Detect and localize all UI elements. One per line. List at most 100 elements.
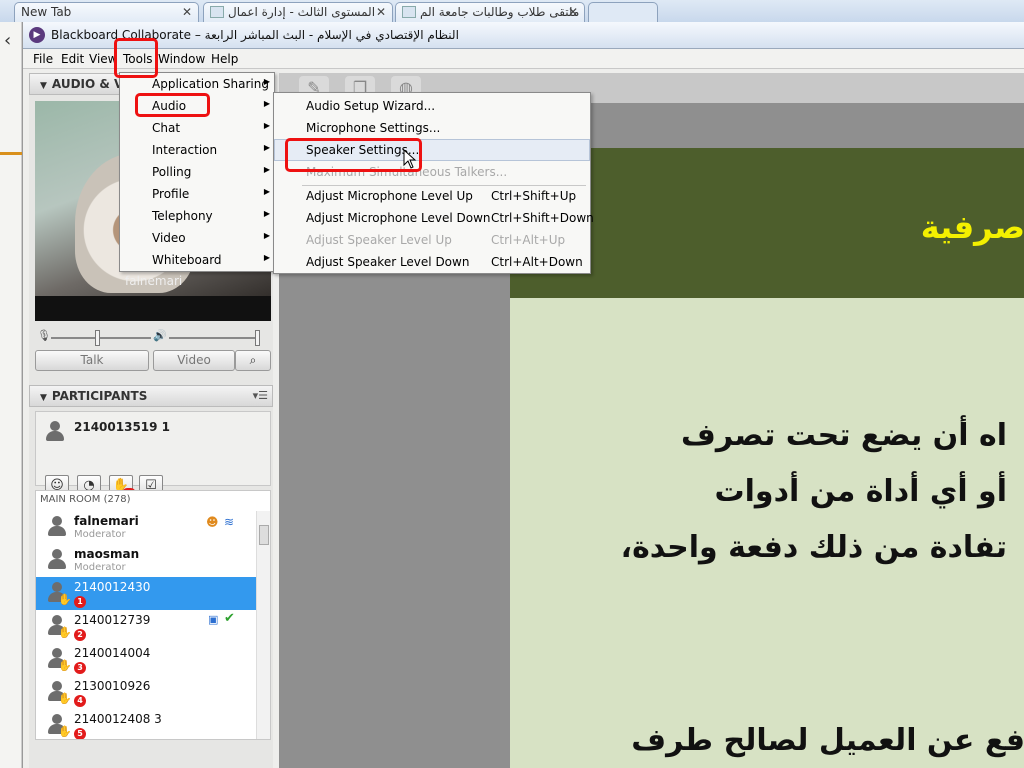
raised-hand-icon: ✋ [58,593,72,606]
favicon-icon [210,6,224,18]
participant-list: MAIN ROOM (278) falnemari Moderator ☻ ≋ … [35,490,271,740]
audio-level-sliders: 🎙 🔊 [29,327,273,349]
participant-scrollbar[interactable] [256,511,270,739]
menu-shortcut: Ctrl+Alt+Up [491,233,566,247]
menu-item-label: Whiteboard [152,253,222,267]
submenu-arrow-icon: ▶ [263,121,270,130]
window-title: Blackboard Collaborate – النظام الإقتصاد… [51,28,459,42]
list-item[interactable]: maosman Moderator [36,544,256,577]
menu-item-label: Chat [152,121,181,135]
menu-item-interaction[interactable]: Interaction ▶ [120,139,274,161]
video-username: falnemari [125,274,183,288]
talk-button[interactable]: Talk [35,350,149,371]
panel-title: PARTICIPANTS [51,389,148,403]
highlight-tools-box [114,38,158,78]
talking-icon: ≋ [224,515,235,529]
menu-item-chat[interactable]: Chat ▶ [120,117,274,139]
presenter-icon: ☻ [206,515,219,529]
mouse-cursor-icon [403,149,417,169]
submenu-arrow-icon: ▶ [263,187,270,196]
menu-item-video[interactable]: Video ▶ [120,227,274,249]
list-item[interactable]: falnemari Moderator ☻ ≋ [36,511,256,544]
video-preview-icon[interactable]: ⌕ [235,350,271,371]
participants-header[interactable]: ▼ PARTICIPANTS ▾☰ [29,385,273,407]
hand-queue-badge: 3 [74,662,86,674]
speaker-icon: 🔊 [153,329,167,342]
close-tab-icon[interactable]: ✕ [376,5,386,19]
raised-hand-icon: ✋ [58,659,72,672]
browser-tab-forum[interactable]: ملتقى طلاب وطالبات جامعة الم ✕ [395,2,585,22]
mic-level-handle[interactable] [95,330,100,346]
tab-label: المستوى الثالث - إدارة اعمال [228,5,376,19]
menu-item-label: Application Sharing [152,77,269,91]
speaker-level-track[interactable] [169,337,259,339]
new-tab-button[interactable] [588,2,658,22]
menu-shortcut: Ctrl+Shift+Down [491,211,594,225]
browser-tab-bar: New Tab ✕ المستوى الثالث - إدارة اعمال ✕… [0,0,1024,22]
menu-item-polling[interactable]: Polling ▶ [120,161,274,183]
collapse-triangle-icon: ▼ [40,81,47,91]
scroll-thumb[interactable] [259,525,269,545]
orange-stripe [0,152,22,155]
submenu-arrow-icon: ▶ [263,165,270,174]
menu-shortcut: Ctrl+Shift+Up [491,189,577,203]
menu-file[interactable]: File [33,52,53,66]
menu-item-profile[interactable]: Profile ▶ [120,183,274,205]
highlight-audio-box [135,93,210,117]
panel-menu-icon[interactable]: ▾☰ [253,389,268,402]
menu-help[interactable]: Help [211,52,238,66]
menu-bar: File Edit View Tools Window Help [23,49,1024,69]
browser-tab-new[interactable]: New Tab ✕ [14,2,199,22]
close-tab-icon[interactable]: ✕ [182,5,192,19]
collaborate-logo-icon: ▶ [29,27,45,43]
menu-item-mic-level-down[interactable]: Adjust Microphone Level Down Ctrl+Shift+D… [274,207,594,229]
menu-item-whiteboard[interactable]: Whiteboard ▶ [120,249,274,271]
menu-item-mic-level-up[interactable]: Adjust Microphone Level Up Ctrl+Shift+Up [274,185,590,207]
collaborate-window: ▶ Blackboard Collaborate – النظام الإقتص… [22,22,1024,768]
slide-line: تفادة من ذلك دفعة واحدة، [620,530,1007,565]
submenu-arrow-icon: ▶ [263,143,270,152]
participant-name: falnemari [74,514,139,528]
menu-shortcut: Ctrl+Alt+Down [491,255,583,269]
back-chevron-icon[interactable]: ‹ [4,30,11,51]
list-item[interactable]: ✋ 2140012408 3 5 [36,709,256,739]
menu-item-label: Adjust Speaker Level Down [306,255,470,269]
menu-item-speaker-level-down[interactable]: Adjust Speaker Level Down Ctrl+Alt+Down [274,251,590,273]
slide-line: فع عن العميل لصالح طرف [631,723,1024,758]
menu-item-label: Video [152,231,186,245]
browser-tab-management[interactable]: المستوى الثالث - إدارة اعمال ✕ [203,2,393,22]
menu-window[interactable]: Window [158,52,205,66]
menu-item-telephony[interactable]: Telephony ▶ [120,205,274,227]
browser-side-panel: ‹ [0,22,22,768]
list-item[interactable]: ✋ 2140014004 3 [36,643,256,676]
mic-level-track[interactable] [51,337,151,339]
participant-name: 2140012739 [74,613,151,627]
video-button[interactable]: Video [153,350,235,371]
user-avatar-icon [44,420,66,442]
speaker-level-handle[interactable] [255,330,260,346]
participant-avatar-icon [46,515,68,537]
list-item[interactable]: ✋ 2130010926 4 [36,676,256,709]
menu-item-microphone-settings[interactable]: Microphone Settings... [274,117,590,139]
slide-title: صرفية [920,208,1024,246]
collapse-triangle-icon: ▼ [40,393,47,403]
participant-name: 2140014004 [74,646,151,660]
audio-submenu: Audio Setup Wizard... Microphone Setting… [273,92,594,274]
submenu-arrow-icon: ▶ [263,77,270,86]
menu-item-label: Adjust Microphone Level Up [306,189,473,203]
tab-label: New Tab [21,5,72,19]
participant-role: Moderator [74,562,126,573]
list-item-selected[interactable]: ✋ 2140012430 1 [36,577,256,610]
hand-queue-badge: 1 [74,596,86,608]
menu-item-label: Interaction [152,143,218,157]
microphone-icon: 🎙 [37,329,51,342]
close-tab-icon[interactable]: ✕ [568,5,578,19]
menu-item-speaker-level-up: Adjust Speaker Level Up Ctrl+Alt+Up [274,229,590,251]
checkmark-icon: ✔ [224,611,235,626]
menu-edit[interactable]: Edit [61,52,84,66]
list-item[interactable]: ✋ 2140012739 2 ▣ ✔ [36,610,256,643]
session-title: النظام الإقتصادي في الإسلام - البث المبا… [204,28,459,42]
hand-queue-badge: 4 [74,695,86,707]
participant-avatar-icon [46,548,68,570]
menu-item-audio-setup-wizard[interactable]: Audio Setup Wizard... [274,95,590,117]
